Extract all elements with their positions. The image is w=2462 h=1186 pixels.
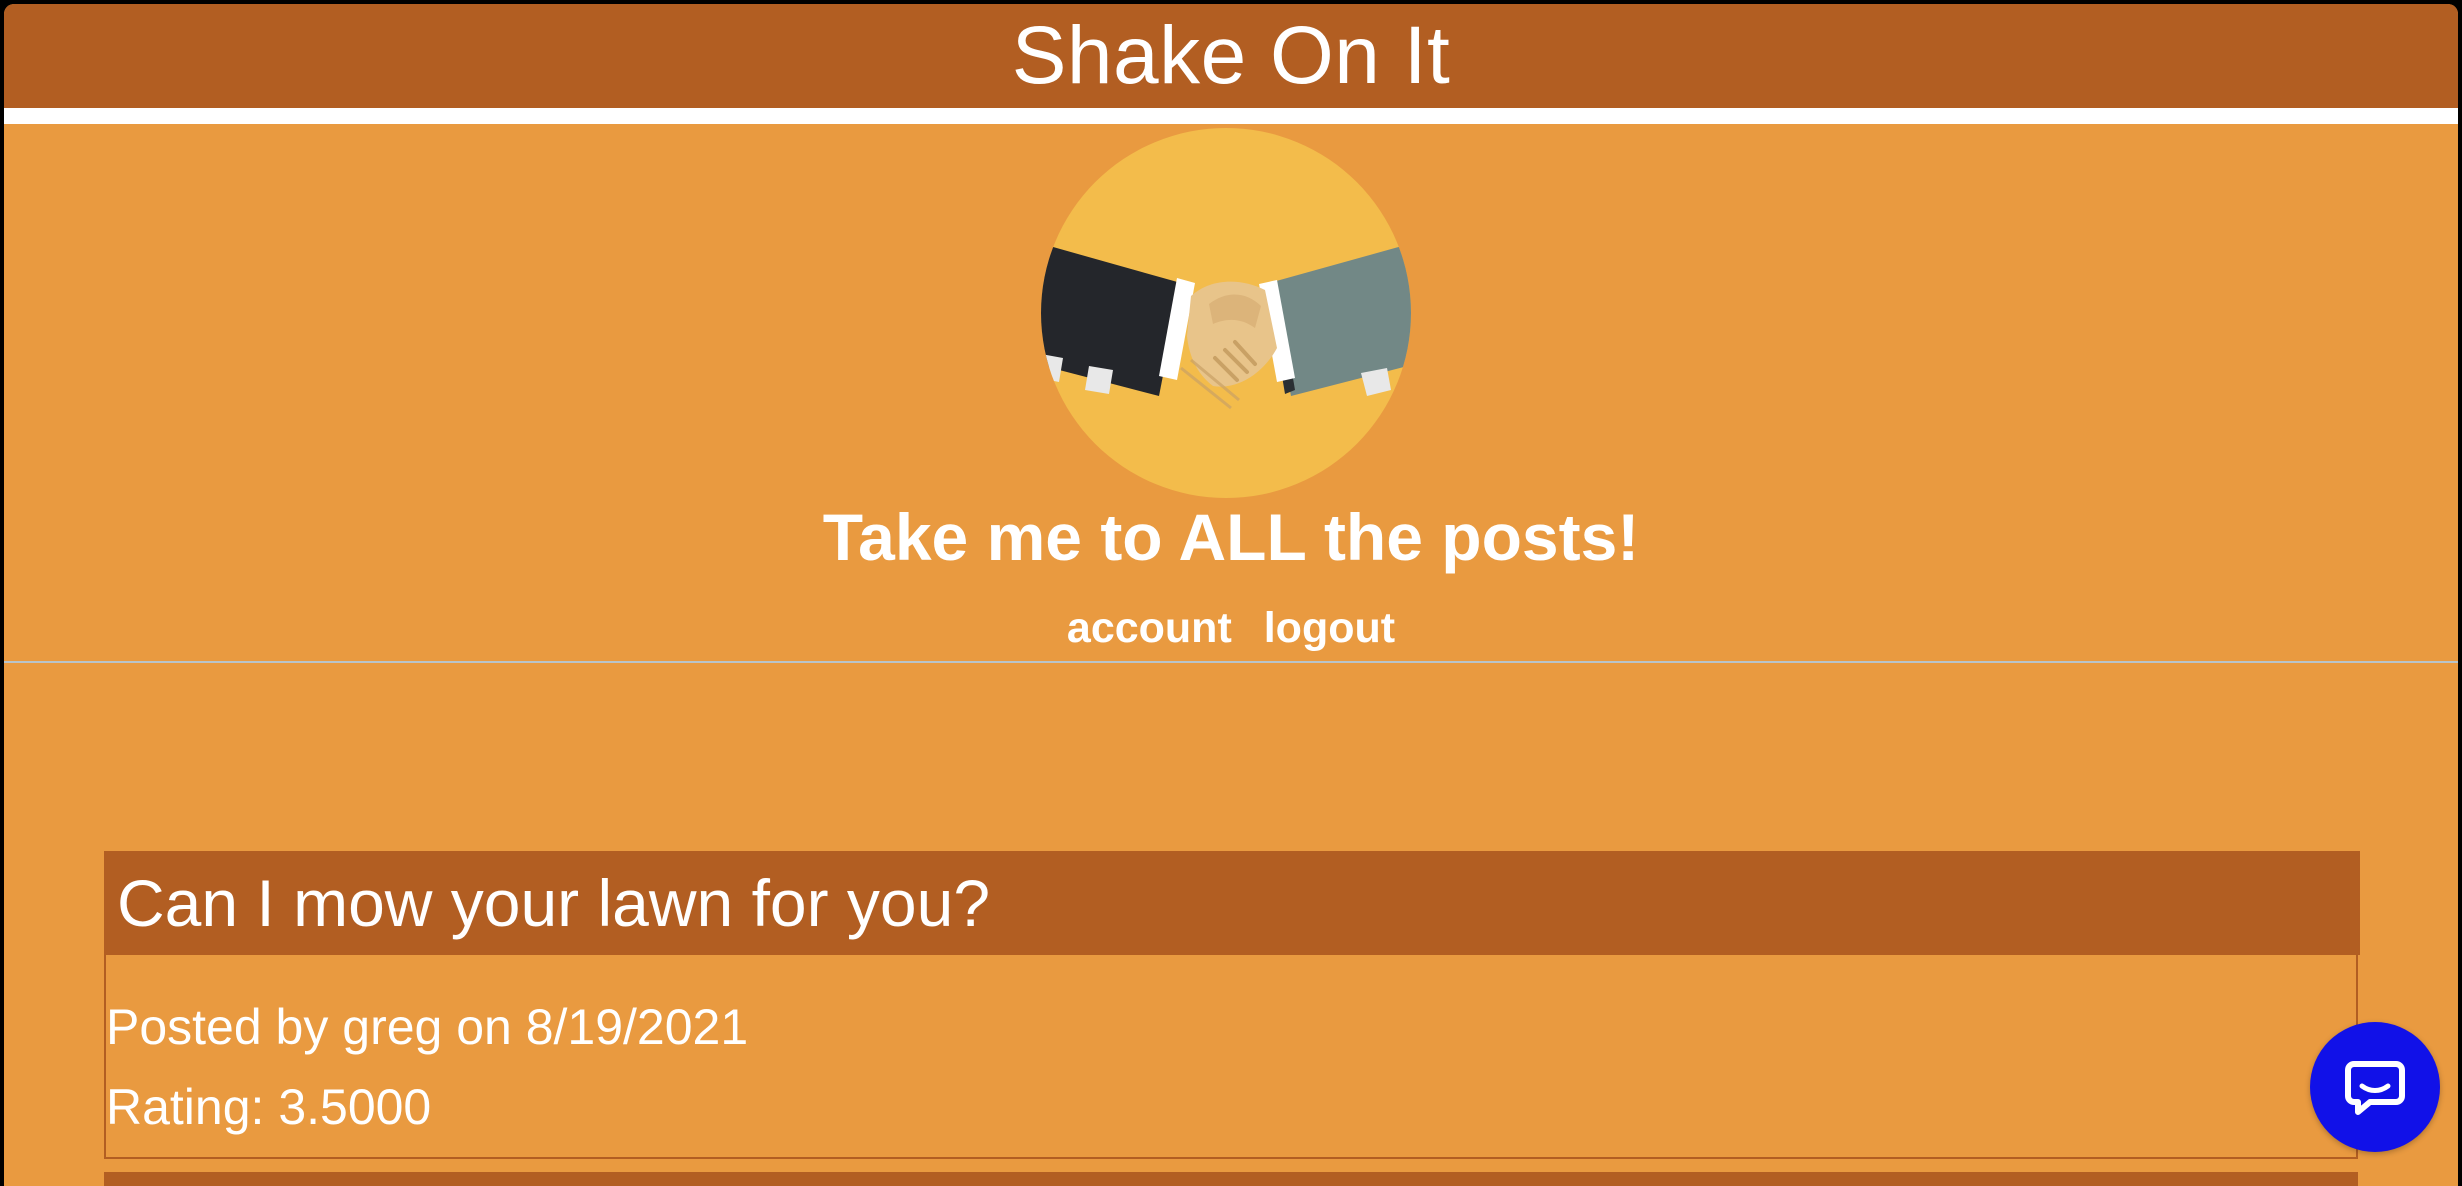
post-rating: Rating: 3.5000 — [106, 1079, 432, 1135]
post-title-bar: Can I mow your lawn for you? — [104, 851, 2360, 955]
all-posts-link[interactable]: Take me to ALL the posts! — [4, 492, 2458, 582]
account-link[interactable]: account — [1067, 604, 1232, 652]
header-divider — [4, 108, 2458, 124]
section-divider — [4, 661, 2458, 663]
chat-icon — [2345, 1061, 2405, 1115]
app-window: Shake On It Take me to ALL the posts! ac… — [4, 4, 2458, 1186]
next-post-card[interactable] — [104, 1172, 2358, 1186]
logout-link[interactable]: logout — [1264, 604, 1395, 652]
post-title[interactable]: Can I mow your lawn for you? — [117, 867, 990, 939]
user-nav: account logout — [4, 598, 2458, 658]
site-title: Shake On It — [1011, 10, 1451, 101]
post-card[interactable]: Can I mow your lawn for you? Posted by g… — [104, 851, 2360, 1159]
handshake-icon — [1041, 128, 1411, 498]
post-meta: Posted by greg on 8/19/2021 — [106, 999, 749, 1055]
site-header: Shake On It — [4, 4, 2458, 108]
chat-button[interactable] — [2310, 1022, 2440, 1152]
